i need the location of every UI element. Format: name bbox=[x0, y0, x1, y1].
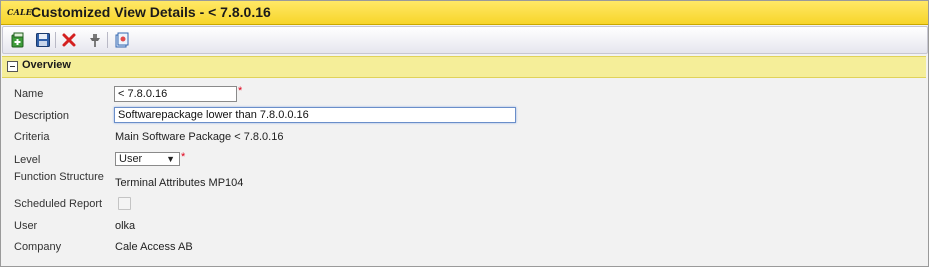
scheduled-report-label: Scheduled Report bbox=[14, 198, 103, 210]
user-value: olka bbox=[115, 220, 136, 232]
company-label: Company bbox=[14, 241, 62, 253]
pin-icon bbox=[90, 34, 100, 47]
section-title: Overview bbox=[22, 59, 71, 71]
toolbar bbox=[2, 26, 928, 54]
toolbar-separator bbox=[55, 32, 56, 48]
save-button[interactable] bbox=[34, 31, 52, 49]
level-selected-value: User bbox=[119, 153, 143, 165]
add-new-icon bbox=[11, 32, 24, 48]
name-input[interactable] bbox=[114, 86, 237, 102]
collapse-icon[interactable] bbox=[7, 61, 18, 72]
required-mark: * bbox=[238, 85, 243, 97]
function-structure-label: Function Structure bbox=[14, 171, 104, 183]
level-select[interactable]: User ▼ bbox=[115, 152, 180, 166]
dropdown-arrow-icon: ▼ bbox=[166, 154, 175, 164]
window-frame: CALE Customized View Details - < 7.8.0.1… bbox=[0, 0, 929, 267]
delete-button[interactable] bbox=[60, 31, 78, 49]
criteria-value: Main Software Package < 7.8.0.16 bbox=[115, 131, 284, 143]
page-title: Customized View Details - < 7.8.0.16 bbox=[31, 4, 271, 20]
function-structure-value: Terminal Attributes MP104 bbox=[115, 177, 244, 189]
toolbar-separator bbox=[107, 32, 108, 48]
level-label: Level bbox=[14, 154, 41, 166]
delete-icon bbox=[62, 33, 76, 47]
overview-section-header[interactable]: Overview bbox=[2, 56, 926, 78]
scheduled-report-checkbox bbox=[118, 197, 131, 210]
add-new-button[interactable] bbox=[9, 31, 27, 49]
description-input[interactable] bbox=[114, 107, 516, 123]
user-label: User bbox=[14, 220, 38, 232]
save-icon bbox=[36, 33, 50, 47]
name-label: Name bbox=[14, 88, 44, 100]
cale-logo: CALE bbox=[7, 7, 33, 17]
report-icon bbox=[115, 32, 129, 48]
company-value: Cale Access AB bbox=[115, 241, 193, 253]
criteria-label: Criteria bbox=[14, 131, 50, 143]
report-button[interactable] bbox=[113, 31, 131, 49]
required-mark: * bbox=[181, 151, 186, 163]
pin-button[interactable] bbox=[86, 31, 104, 49]
title-bar: CALE Customized View Details - < 7.8.0.1… bbox=[1, 1, 928, 25]
description-label: Description bbox=[14, 110, 70, 122]
